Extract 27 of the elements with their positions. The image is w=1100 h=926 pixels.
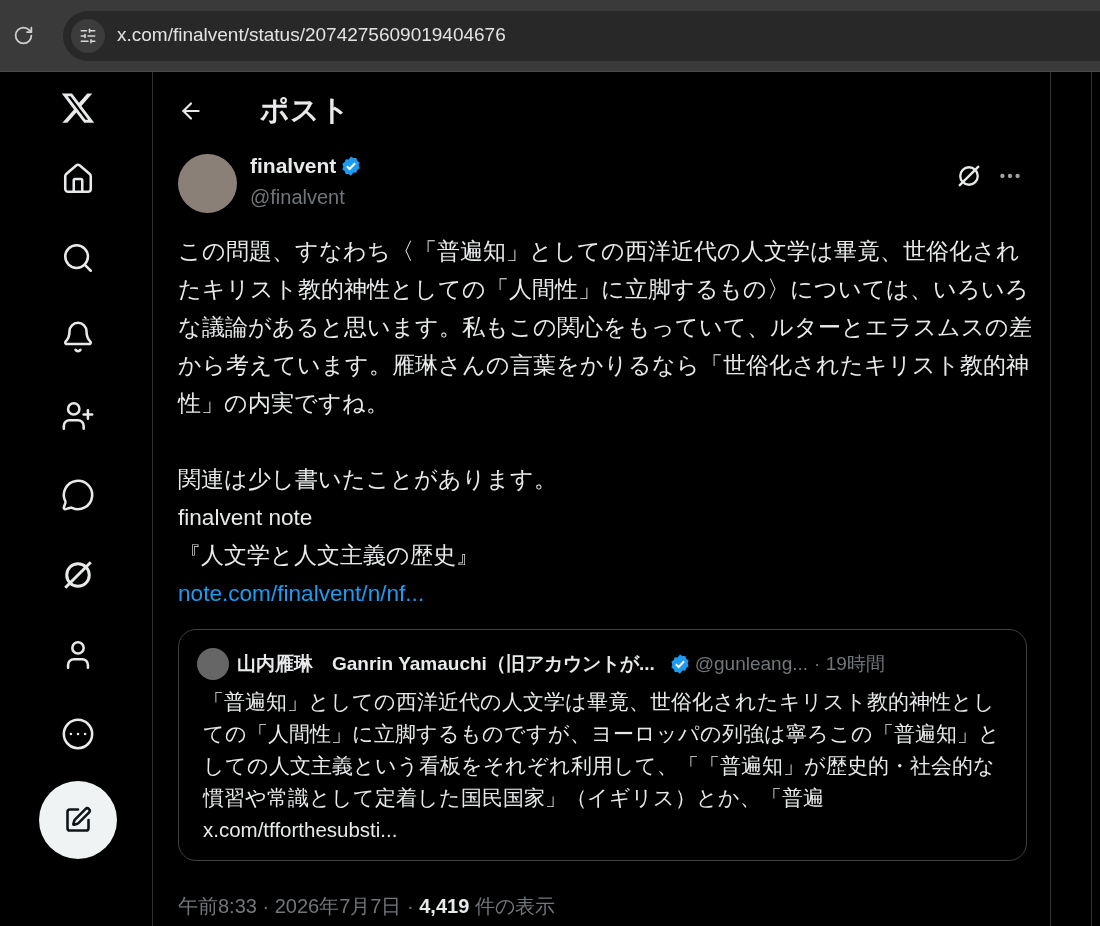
more-icon[interactable] <box>61 717 95 751</box>
quoted-post-card[interactable] <box>178 629 1027 861</box>
url-text: x.com/finalvent/status/2074275609019404676 <box>117 23 506 48</box>
speech-bubble-icon[interactable] <box>61 478 95 512</box>
author-name[interactable]: finalvent <box>250 150 337 182</box>
quoted-author-name: 山内雁琳 Ganrin Yamauchi（旧アカウントが... <box>237 651 655 676</box>
author-handle[interactable]: @finalvent <box>250 181 955 212</box>
search-icon[interactable] <box>61 241 95 275</box>
post-link[interactable]: note.com/finalvent/n/nf... <box>178 581 425 606</box>
quoted-time: · 19時間 <box>814 651 885 676</box>
quoted-post-link[interactable]: x.com/tfforthesubsti... <box>203 818 398 841</box>
page-title: ポスト <box>260 93 350 129</box>
site-settings-icon[interactable] <box>79 26 97 45</box>
post-text: この問題、すなわち〈「普遍知」としての西洋近代の人文学は畢竟、世俗化されたキリスト教的神性としての「人間性」に立脚するもの〉については、いろいろな議論があると思います。私もこの関心をもっていて、ルターとエラスムスの差から考えています。雁琳さんの言葉をかりるなら「世俗化されたキリスト教的神性」の内実ですね。 <box>178 238 1033 418</box>
post-text: finalvent note <box>178 504 314 532</box>
pen-icon <box>64 806 92 834</box>
avatar-placeholder <box>197 648 229 680</box>
reload-icon[interactable] <box>13 25 34 46</box>
x-logo-icon[interactable] <box>60 90 96 126</box>
post-text: 関連は少し書いたことがあります。 <box>178 466 558 494</box>
user-plus-icon[interactable] <box>61 399 95 433</box>
post-text: 『人文学と人文主義の歴史』 <box>178 542 480 570</box>
bell-icon[interactable] <box>61 320 95 354</box>
post-meta: 午前8:33 · 2026年7月7日 · 4,419 件の表示 <box>178 894 556 919</box>
quoted-author-handle: @gunleang... <box>694 651 809 676</box>
address-bar[interactable]: x.com/finalvent/status/2074275609019404676 <box>63 10 1100 61</box>
home-icon[interactable] <box>61 162 95 196</box>
